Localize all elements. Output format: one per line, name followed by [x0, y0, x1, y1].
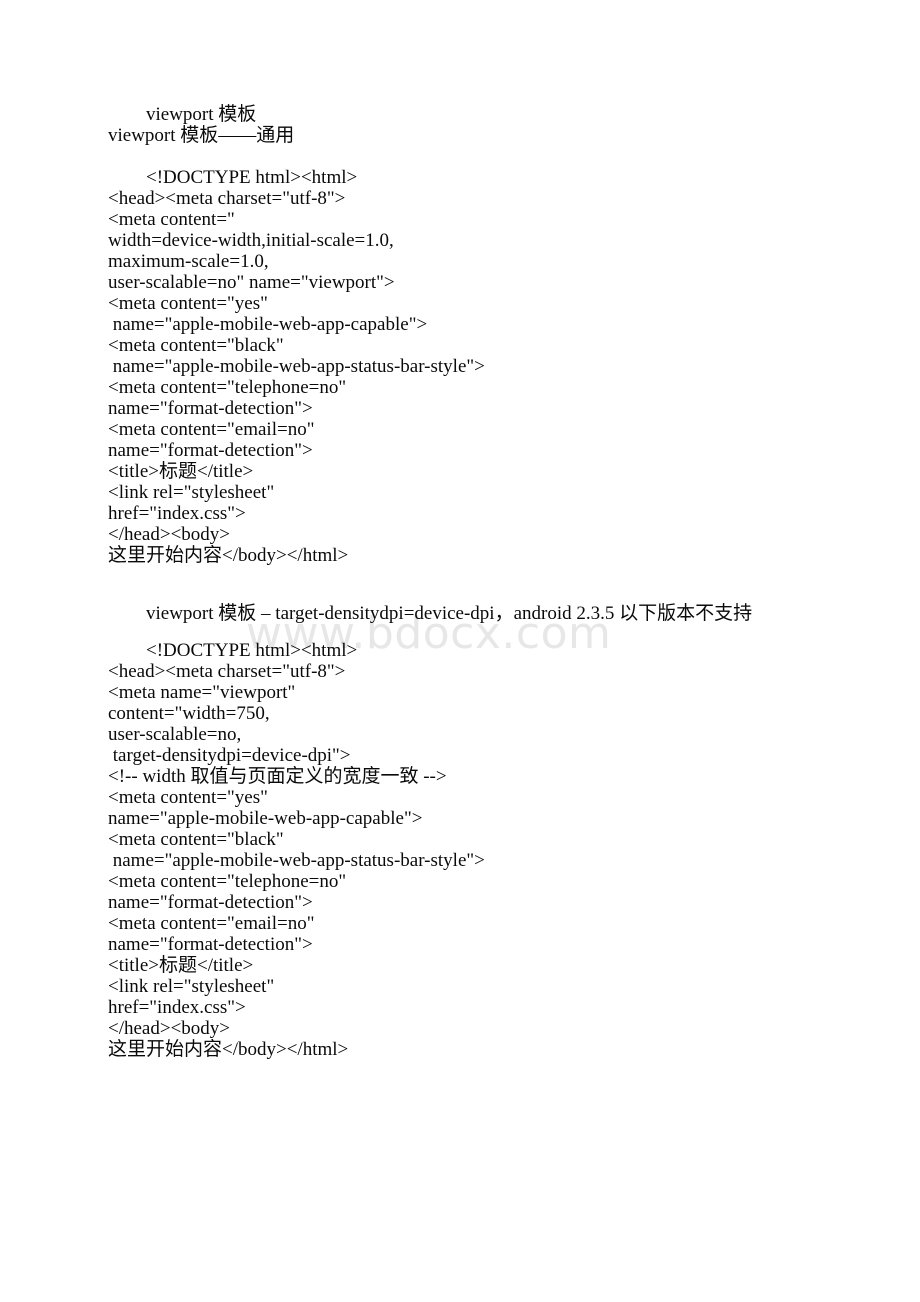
code-line: user-scalable=no, — [108, 724, 242, 745]
code-line: name="format-detection"> — [108, 398, 313, 419]
code-line: </head><body> — [108, 524, 231, 545]
section-viewport-template-densitydpi: viewport 模板 – target-densitydpi=device-d… — [0, 603, 920, 1060]
section1-subtitle: viewport 模板——通用 — [108, 125, 295, 146]
code-line: <title>标题</title> — [108, 955, 254, 976]
section1-title: viewport 模板 — [146, 104, 257, 125]
code-line: maximum-scale=1.0, — [108, 251, 269, 272]
code-line: <meta content=" — [108, 209, 235, 230]
code-line: <link rel="stylesheet" — [108, 976, 275, 997]
code-line: <meta name="viewport" — [108, 682, 296, 703]
code-line: target-densitydpi=device-dpi"> — [108, 745, 351, 766]
section-viewport-template-general: viewport 模板 viewport 模板——通用 <!DOCTYPE ht… — [0, 104, 920, 566]
code-line: user-scalable=no" name="viewport"> — [108, 272, 395, 293]
code-line: content="width=750, — [108, 703, 270, 724]
document-content: viewport 模板 viewport 模板——通用 <!DOCTYPE ht… — [0, 0, 920, 1060]
code-line: <meta content="yes" — [108, 787, 268, 808]
code-line: name="apple-mobile-web-app-capable"> — [108, 314, 428, 335]
code-line: <meta content="black" — [108, 829, 284, 850]
code-line: <meta content="yes" — [108, 293, 268, 314]
code-line: name="apple-mobile-web-app-status-bar-st… — [108, 356, 485, 377]
code-line: <!-- width 取值与页面定义的宽度一致 --> — [108, 766, 447, 787]
code-line: 这里开始内容</body></html> — [108, 1039, 349, 1060]
code-line: name="format-detection"> — [108, 934, 313, 955]
code-line: </head><body> — [108, 1018, 231, 1039]
code-line: <meta content="telephone=no" — [108, 871, 347, 892]
code-line: name="format-detection"> — [108, 440, 313, 461]
code-line: <!DOCTYPE html><html> — [146, 640, 358, 661]
code-line: <meta content="email=no" — [108, 913, 315, 934]
code-line: <link rel="stylesheet" — [108, 482, 275, 503]
heading-gap — [0, 624, 920, 640]
code-line: <meta content="black" — [108, 335, 284, 356]
document-page: www.bdocx.com viewport 模板 viewport 模板——通… — [0, 0, 920, 1302]
code-line: width=device-width,initial-scale=1.0, — [108, 230, 394, 251]
code-line: name="format-detection"> — [108, 892, 313, 913]
section2-title: viewport 模板 – target-densitydpi=device-d… — [146, 603, 753, 624]
code-line: <head><meta charset="utf-8"> — [108, 661, 346, 682]
code-line: <meta content="email=no" — [108, 419, 315, 440]
code-line: <title>标题</title> — [108, 461, 254, 482]
code-line: href="index.css"> — [108, 997, 246, 1018]
code-line: <head><meta charset="utf-8"> — [108, 188, 346, 209]
code-line: 这里开始内容</body></html> — [108, 545, 349, 566]
code-line: name="apple-mobile-web-app-status-bar-st… — [108, 850, 485, 871]
code-line: href="index.css"> — [108, 503, 246, 524]
code-line: <!DOCTYPE html><html> — [146, 167, 358, 188]
code-line: <meta content="telephone=no" — [108, 377, 347, 398]
code-line: name="apple-mobile-web-app-capable"> — [108, 808, 423, 829]
